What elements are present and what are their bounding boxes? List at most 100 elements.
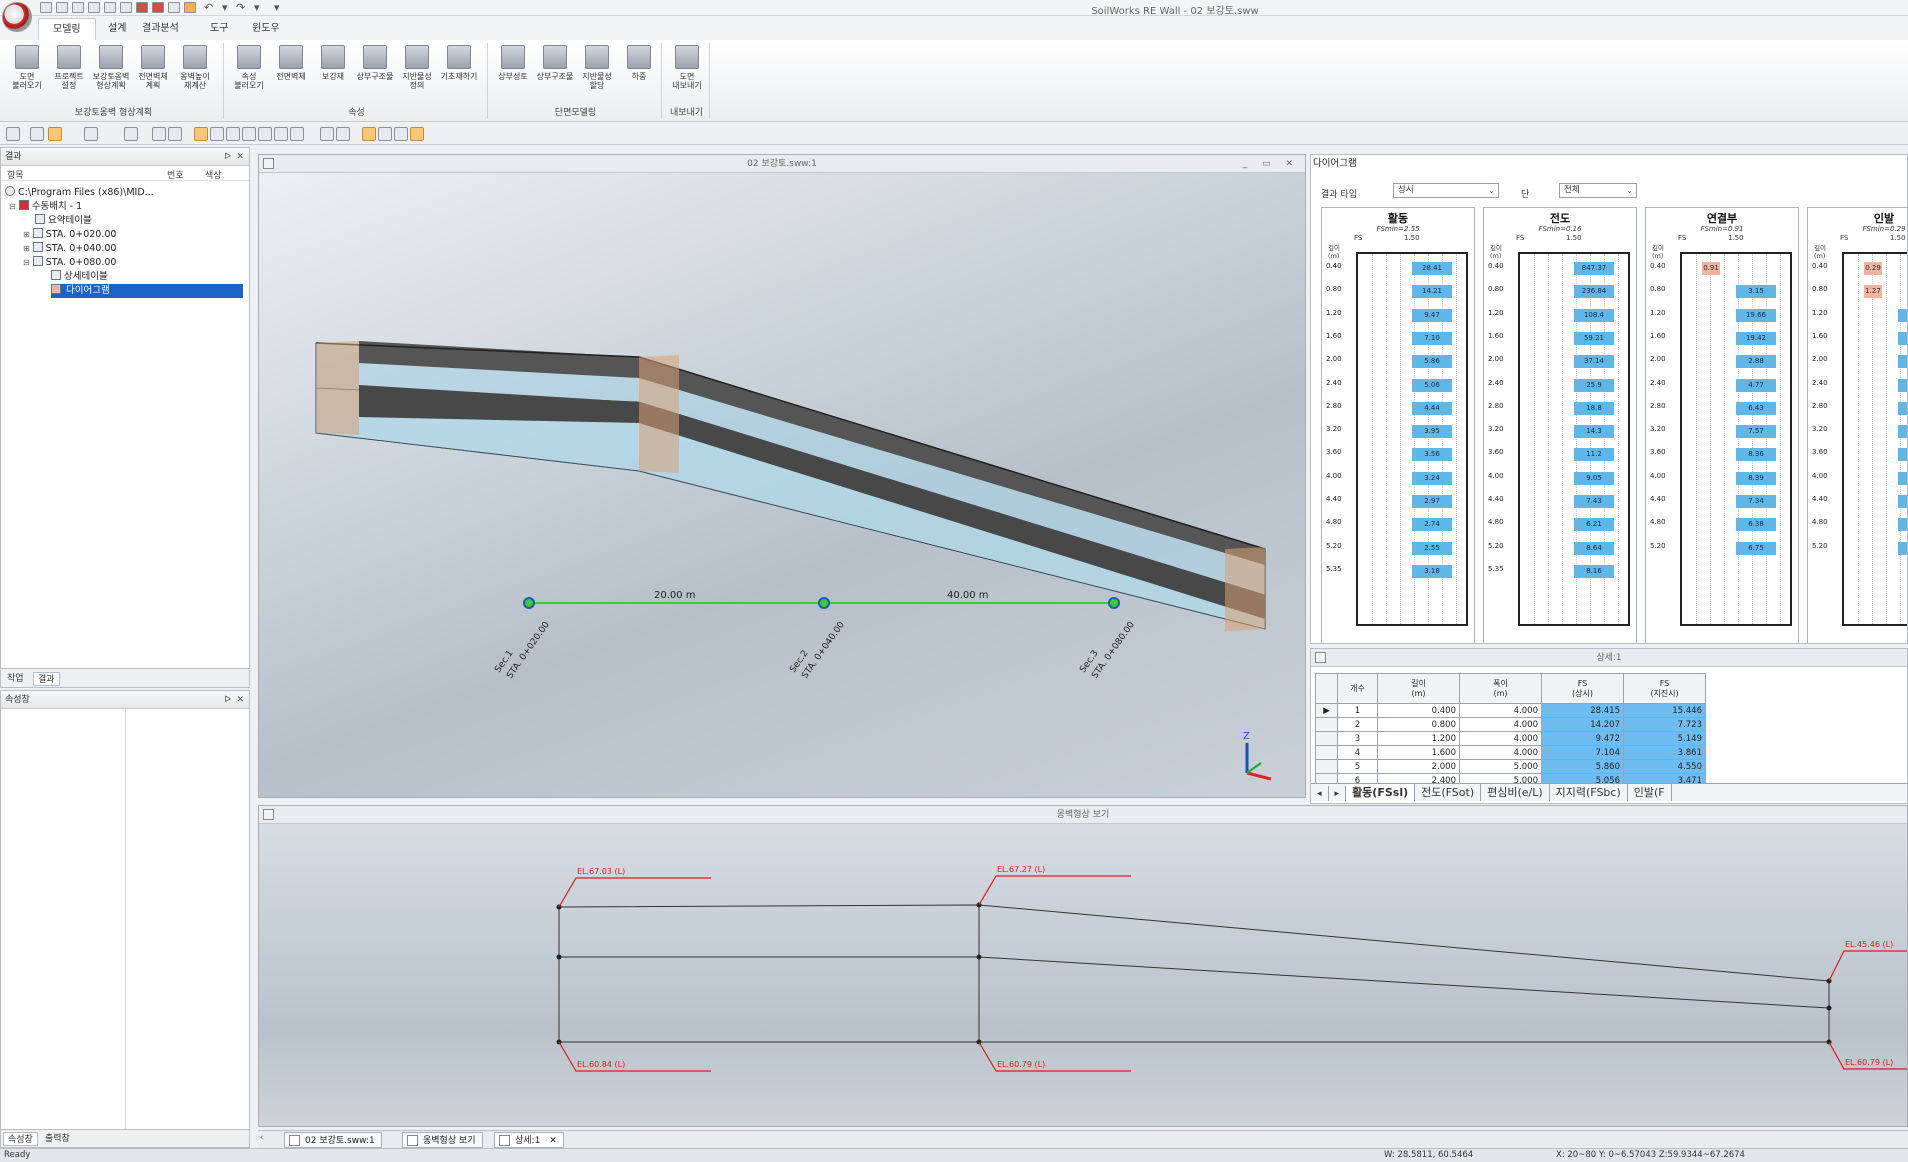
doc-tab-model[interactable]: 02 보강토.sww:1 bbox=[284, 1132, 382, 1148]
fs-bar[interactable]: 10. bbox=[1898, 355, 1907, 369]
fs-bar[interactable]: 20. bbox=[1898, 541, 1907, 555]
doc-tab-wall-shape[interactable]: 옹벽형상 보기 bbox=[402, 1132, 483, 1148]
facing-plan-button[interactable]: 전면벽체 계획 bbox=[132, 45, 174, 90]
tab-properties[interactable]: 속성창 bbox=[3, 1132, 38, 1146]
assign-soil-button[interactable]: 지반물성 할당 bbox=[576, 45, 618, 90]
tab-output[interactable]: 출력창 bbox=[41, 1132, 74, 1146]
table-cell[interactable]: 2.000 bbox=[1377, 759, 1460, 774]
table-row[interactable]: 3 1.200 4.000 9.472 5.149 bbox=[1315, 731, 1706, 746]
upper-fill-button[interactable]: 상부성토 bbox=[492, 45, 534, 81]
tab-scroll-left-icon[interactable]: ‹ bbox=[260, 1133, 264, 1143]
customize-qat-icon[interactable]: ▾ bbox=[274, 1, 280, 14]
tree-item-manual-layout[interactable]: ⊟ 수동배치 - 1 bbox=[9, 200, 82, 214]
fs-bar[interactable]: 3.95 bbox=[1412, 425, 1452, 439]
left-view-icon[interactable] bbox=[290, 127, 304, 141]
fs-bar[interactable]: 6.75 bbox=[1736, 541, 1776, 555]
close-icon[interactable]: ✕ bbox=[236, 691, 244, 709]
row-header[interactable] bbox=[1315, 759, 1338, 774]
grid-icon[interactable] bbox=[152, 2, 164, 13]
station-node-3[interactable] bbox=[1108, 597, 1120, 609]
hidden-line-icon[interactable] bbox=[378, 127, 392, 141]
stage-select[interactable]: 전체 ⌄ bbox=[1559, 183, 1637, 198]
fs-bar[interactable]: 17. bbox=[1898, 448, 1907, 462]
table-cell[interactable]: 5.860 bbox=[1541, 759, 1624, 774]
settings-icon[interactable] bbox=[184, 2, 196, 13]
fs-bar[interactable]: 11. bbox=[1898, 331, 1907, 345]
new-file-icon[interactable] bbox=[40, 2, 52, 13]
table-cell[interactable]: 4.000 bbox=[1459, 731, 1542, 746]
table-cell[interactable]: 9.472 bbox=[1541, 731, 1624, 746]
pin-icon[interactable]: ᐅ bbox=[224, 148, 231, 166]
tab-result[interactable]: 결과 bbox=[33, 672, 60, 686]
fs-bar[interactable]: 13. bbox=[1898, 401, 1907, 415]
reinforcement-button[interactable]: 보강재 bbox=[312, 45, 354, 81]
fs-bar[interactable]: 3.15 bbox=[1736, 285, 1776, 299]
sheet-tab-pullout[interactable]: 인발(F bbox=[1628, 784, 1672, 801]
fs-bar[interactable]: 3.56 bbox=[1412, 448, 1452, 462]
load-drawing-button[interactable]: 도면 불러오기 bbox=[6, 45, 48, 90]
wall-shape-canvas[interactable]: EL.67.03 (L) EL.67.27 (L) EL.45.46 (L) E… bbox=[259, 824, 1907, 1126]
measure-icon[interactable] bbox=[84, 127, 98, 141]
column-item[interactable]: 항목 bbox=[7, 168, 24, 181]
redo-icon[interactable]: ↷ bbox=[236, 1, 245, 14]
menu-window[interactable]: 윈도우 bbox=[238, 18, 294, 40]
fs-bar[interactable]: 18. bbox=[1898, 471, 1907, 485]
station-node-1[interactable] bbox=[523, 597, 535, 609]
export-icon[interactable] bbox=[120, 2, 132, 13]
fs-bar[interactable]: 2.88 bbox=[1736, 355, 1776, 369]
pin-icon[interactable]: ᐅ bbox=[224, 691, 231, 709]
table-row[interactable]: 4 1.600 4.000 7.104 3.861 bbox=[1315, 745, 1706, 760]
menu-result-analysis[interactable]: 결과분석 bbox=[128, 18, 193, 40]
load-properties-button[interactable]: 속성 불러오기 bbox=[228, 45, 270, 90]
col-header-count[interactable]: 개수 bbox=[1337, 673, 1378, 704]
fs-bar[interactable]: 8.36 bbox=[1736, 448, 1776, 462]
window-icon[interactable] bbox=[168, 2, 180, 13]
wall-shape-view[interactable]: 옹벽형상 보기 EL.67.03 (L) EL.67.27 (L) EL.45.… bbox=[258, 805, 1908, 1127]
fs-bar[interactable]: 6.21 bbox=[1574, 518, 1614, 532]
lock-icon[interactable] bbox=[30, 127, 44, 141]
col-header-fs-normal[interactable]: FS (상시) bbox=[1541, 673, 1624, 704]
close-tab-icon[interactable]: ✕ bbox=[549, 1136, 557, 1146]
fs-bar[interactable]: 5.06 bbox=[1412, 378, 1452, 392]
fs-bar[interactable]: 7.57 bbox=[1736, 425, 1776, 439]
superstructure-button[interactable]: 상부구조물 bbox=[354, 45, 396, 81]
table-cell[interactable]: 1.200 bbox=[1377, 731, 1460, 746]
row-header[interactable]: ▶ bbox=[1315, 703, 1338, 718]
table-cell[interactable]: 1 bbox=[1337, 703, 1378, 718]
sheet-tab-overturning[interactable]: 전도(FSot) bbox=[1415, 784, 1482, 801]
fs-bar[interactable]: 7.34 bbox=[1736, 495, 1776, 508]
open-file-icon[interactable] bbox=[56, 2, 68, 13]
import-icon[interactable] bbox=[104, 2, 116, 13]
stop-icon[interactable] bbox=[136, 2, 148, 13]
fs-bar[interactable]: 2.74 bbox=[1412, 518, 1452, 532]
fs-bar[interactable]: 2.55 bbox=[1412, 541, 1452, 555]
expand-icon[interactable]: ⊞ bbox=[23, 230, 30, 239]
fs-bar[interactable]: 12. bbox=[1898, 378, 1907, 392]
fs-bar[interactable]: 847.37 bbox=[1574, 262, 1614, 275]
load-button[interactable]: 하중 bbox=[618, 45, 660, 81]
back-view-icon[interactable] bbox=[258, 127, 272, 141]
fs-bar[interactable]: 9.47 bbox=[1412, 308, 1452, 322]
pointer-icon[interactable] bbox=[6, 127, 20, 141]
collapse-icon[interactable]: ⊟ bbox=[9, 202, 16, 211]
table-cell[interactable]: 1.600 bbox=[1377, 745, 1460, 760]
table-cell[interactable]: 4.000 bbox=[1459, 717, 1542, 732]
fs-bar[interactable]: 0.29 bbox=[1864, 262, 1882, 275]
print-icon[interactable] bbox=[88, 2, 100, 13]
table-cell[interactable]: 14.207 bbox=[1541, 717, 1624, 732]
tree-item-sta-020[interactable]: ⊞ STA. 0+020.00 bbox=[23, 228, 116, 242]
redo-dropdown-icon[interactable]: ▾ bbox=[254, 1, 260, 14]
top-view-icon[interactable] bbox=[226, 127, 240, 141]
iso-view-icon[interactable] bbox=[194, 127, 208, 141]
wireframe-icon[interactable] bbox=[320, 127, 334, 141]
fs-bar[interactable]: 8.39 bbox=[1736, 471, 1776, 485]
tree-item-diagram[interactable]: 다이어그램 bbox=[51, 284, 243, 298]
table-cell[interactable]: 4.550 bbox=[1623, 759, 1706, 774]
table-cell[interactable]: 3.861 bbox=[1623, 745, 1706, 760]
upper-structure-button[interactable]: 상부구조물 bbox=[534, 45, 576, 81]
expand-icon[interactable]: ⊞ bbox=[23, 244, 30, 253]
table-row[interactable]: 2 0.800 4.000 14.207 7.723 bbox=[1315, 717, 1706, 732]
pan-icon[interactable] bbox=[168, 127, 182, 141]
menu-modeling[interactable]: 모델링 bbox=[38, 18, 96, 40]
facing-wall-button[interactable]: 전면벽체 bbox=[270, 45, 312, 81]
